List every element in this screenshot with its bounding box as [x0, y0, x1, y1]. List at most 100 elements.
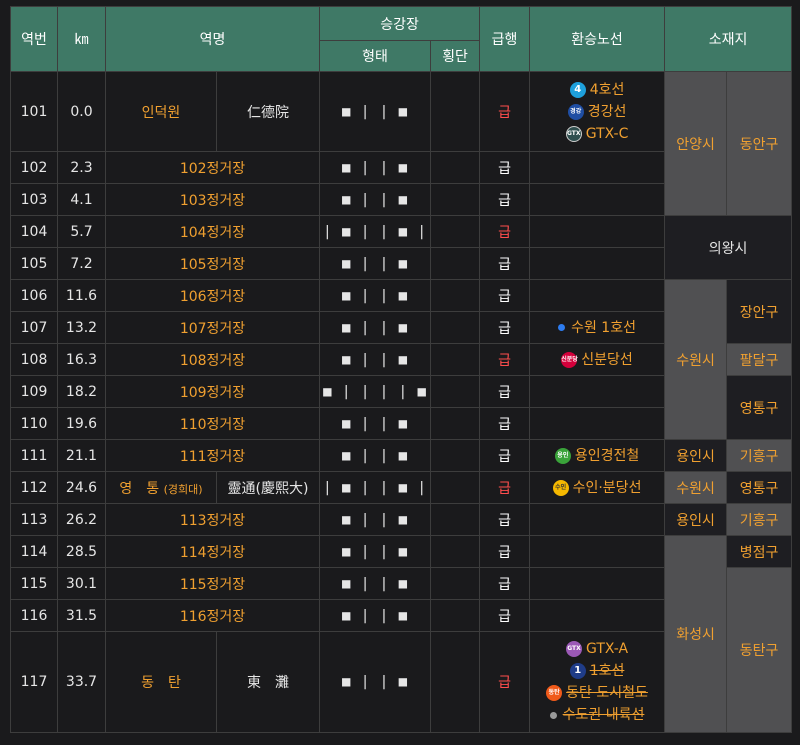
header-km: ㎞: [57, 6, 106, 72]
location-yeongtong[interactable]: 영통구: [726, 375, 793, 440]
header-platform-form: 형태: [319, 40, 432, 72]
station-name[interactable]: 114정거장: [104, 535, 321, 568]
station-name[interactable]: 116정거장: [104, 599, 321, 632]
station-name[interactable]: 115정거장: [104, 567, 321, 600]
station-no: 106: [10, 279, 58, 312]
express-mark: 급: [479, 503, 531, 536]
platform-crossing: [430, 567, 481, 600]
station-name[interactable]: 108정거장: [104, 343, 321, 376]
transfer-cell: [529, 279, 666, 312]
platform-form: ■ | | ■: [319, 503, 432, 536]
location-yongin[interactable]: 용인시: [664, 503, 728, 536]
station-name[interactable]: 106정거장: [104, 279, 321, 312]
header-platform: 승강장: [319, 6, 481, 41]
station-name[interactable]: 103정거장: [104, 183, 321, 216]
km-value: 13.2: [57, 311, 106, 344]
station-no: 104: [10, 215, 58, 248]
platform-form: ■ | | ■: [319, 151, 432, 184]
dot-icon: [558, 324, 566, 331]
location-jangan[interactable]: 장안구: [726, 279, 793, 344]
station-name[interactable]: 동 탄: [105, 631, 217, 733]
station-no: 114: [10, 535, 58, 568]
location-paldal[interactable]: 팔달구: [726, 343, 793, 376]
transfer-line[interactable]: 수원 1호선: [530, 317, 664, 339]
transfer-cell: 신분당 신분당선: [529, 343, 666, 376]
transfer-line[interactable]: 신분당 신분당선: [530, 349, 664, 371]
station-name[interactable]: 104정거장: [104, 215, 321, 248]
transfer-line[interactable]: 4 4호선: [530, 79, 664, 101]
platform-form: ■ | | ■: [319, 71, 432, 152]
km-value: 2.3: [57, 151, 106, 184]
location-hwaseong[interactable]: 화성시: [664, 535, 728, 733]
station-name[interactable]: 111정거장: [104, 439, 321, 472]
station-name[interactable]: 105정거장: [104, 247, 321, 280]
transfer-line[interactable]: 용인 용인경전철: [530, 445, 664, 467]
table-row: 112 24.6 영 통 (경희대) 靈通(慶熙大) | ■ | | ■ | 급…: [10, 471, 793, 504]
transfer-line[interactable]: 경강 경강선: [530, 101, 664, 123]
transfer-cell: GTX GTX-A 1 1호선 동탄 동탄 도시철도 수도권 내륙선: [529, 631, 666, 733]
platform-crossing: [430, 503, 481, 536]
location-dongtan[interactable]: 동탄구: [726, 567, 793, 733]
station-name[interactable]: 109정거장: [104, 375, 321, 408]
station-name[interactable]: 110정거장: [104, 407, 321, 440]
platform-form: ■ | | ■: [319, 407, 432, 440]
table-row: 101 0.0 인덕원 仁德院 ■ | | ■ 급 4 4호선 경강 경강선 GTX…: [10, 71, 793, 216]
station-no: 115: [10, 567, 58, 600]
transfer-line[interactable]: 수도권 내륙선: [530, 704, 664, 726]
express-mark: 급: [479, 375, 531, 408]
header-express: 급행: [479, 6, 531, 72]
dongtan-icon: 동탄: [546, 685, 563, 701]
location-giheung[interactable]: 기흥구: [726, 439, 793, 472]
transfer-line[interactable]: 수인 수인·분당선: [530, 477, 664, 499]
km-value: 24.6: [57, 471, 106, 504]
station-no: 109: [10, 375, 58, 408]
km-value: 5.7: [57, 215, 106, 248]
location-yongin[interactable]: 용인시: [664, 439, 728, 472]
transfer-line[interactable]: 동탄 동탄 도시철도: [530, 682, 664, 704]
station-name[interactable]: 102정거장: [104, 151, 321, 184]
platform-form: ■ | | ■: [319, 599, 432, 632]
transfer-line[interactable]: 1 1호선: [530, 660, 664, 682]
sinbundang-icon: 신분당: [561, 351, 578, 368]
location-suwon[interactable]: 수원시: [664, 471, 728, 504]
station-name[interactable]: 인덕원: [105, 71, 217, 152]
km-value: 26.2: [57, 503, 106, 536]
gtx-icon: GTX: [565, 125, 582, 142]
platform-form: ■ | | ■: [319, 535, 432, 568]
location-dongan[interactable]: 동안구: [726, 71, 793, 216]
transfer-cell: [529, 151, 666, 184]
location-uiwang[interactable]: 의왕시: [664, 215, 793, 280]
transfer-line[interactable]: GTX GTX-C: [530, 123, 664, 145]
station-name[interactable]: 113정거장: [104, 503, 321, 536]
platform-crossing: [430, 247, 481, 280]
platform-crossing: [430, 311, 481, 344]
transfer-cell: 수원 1호선: [529, 311, 666, 344]
station-name[interactable]: 107정거장: [104, 311, 321, 344]
transfer-cell: [529, 599, 666, 632]
station-name[interactable]: 영 통 (경희대): [105, 471, 217, 504]
km-value: 28.5: [57, 535, 106, 568]
platform-form: | ■ | | ■ |: [319, 471, 432, 504]
location-suwon[interactable]: 수원시: [664, 279, 728, 440]
express-mark: 급: [479, 631, 531, 733]
station-no: 116: [10, 599, 58, 632]
express-mark: 급: [479, 407, 531, 440]
location-anyang[interactable]: 안양시: [664, 71, 728, 216]
km-value: 33.7: [57, 631, 106, 733]
km-value: 0.0: [57, 71, 106, 152]
suin-bundang-icon: 수인: [552, 479, 569, 496]
transfer-cell: [529, 215, 666, 248]
gtx-icon: GTX: [565, 641, 582, 657]
km-value: 30.1: [57, 567, 106, 600]
km-value: 7.2: [57, 247, 106, 280]
transfer-cell: [529, 183, 666, 216]
location-yeongtong[interactable]: 영통구: [726, 471, 793, 504]
location-byeongjeom[interactable]: 병점구: [726, 535, 793, 568]
location-giheung[interactable]: 기흥구: [726, 503, 793, 536]
platform-crossing: [430, 279, 481, 312]
transfer-line[interactable]: GTX GTX-A: [530, 638, 664, 660]
platform-crossing: [430, 183, 481, 216]
transfer-cell: 4 4호선 경강 경강선 GTX GTX-C: [529, 71, 666, 152]
station-no: 117: [10, 631, 58, 733]
table-row: 111 21.1 111정거장 ■ | | ■ 급 용인 용인경전철 용인시 기흥…: [10, 439, 793, 472]
